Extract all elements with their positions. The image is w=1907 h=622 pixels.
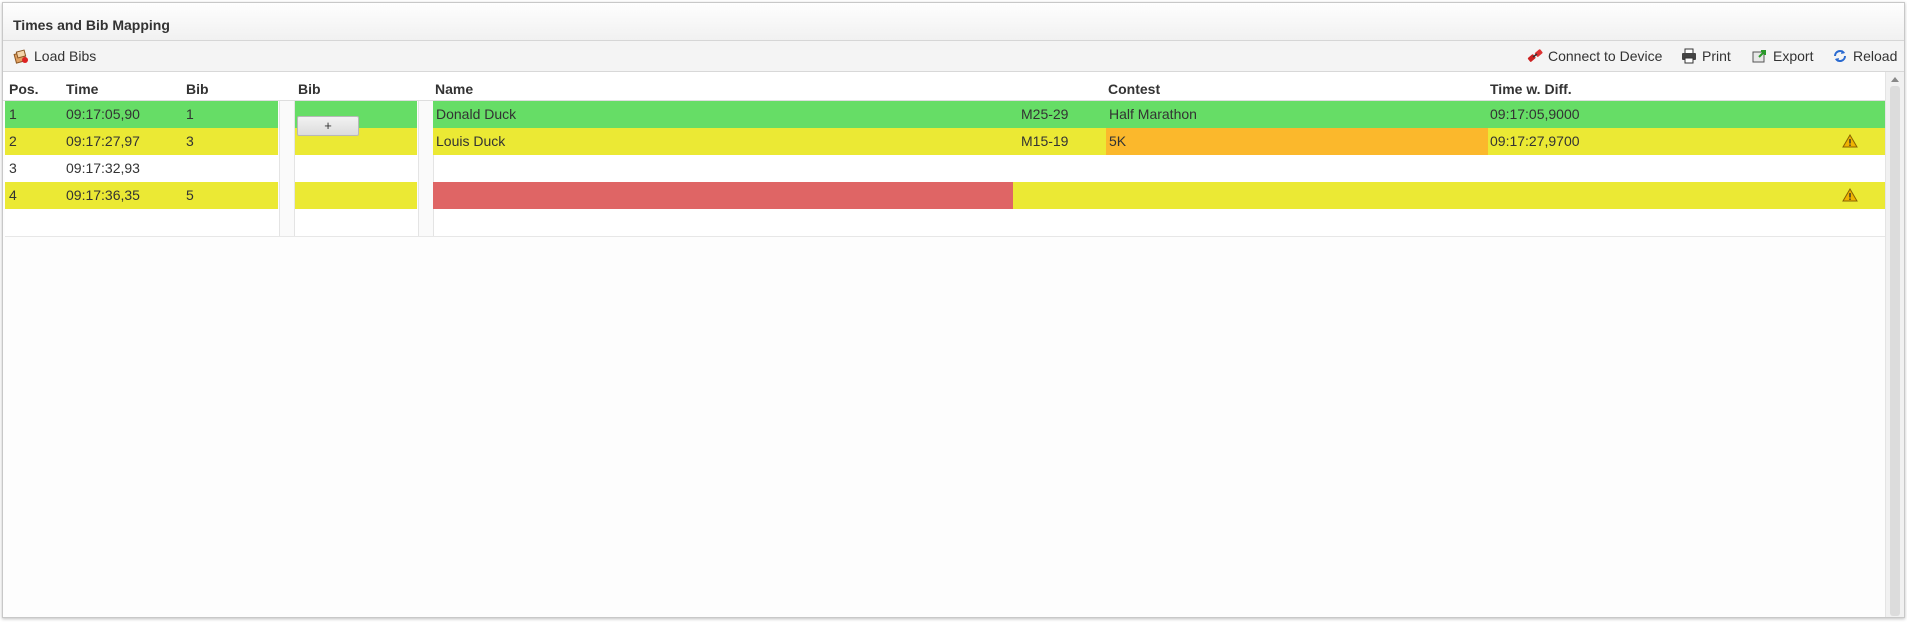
- row-right-segment: [1013, 182, 1885, 209]
- cell-time: 09:17:05,90: [66, 106, 140, 122]
- column-gap: [279, 101, 295, 128]
- add-bib-button[interactable]: +: [297, 116, 359, 136]
- contest-highlight: [1106, 128, 1488, 155]
- row-left-segment: [5, 128, 278, 155]
- column-header-bib[interactable]: Bib: [186, 81, 209, 97]
- column-header-name[interactable]: Name: [435, 81, 473, 97]
- cell-pos: 4: [9, 187, 17, 203]
- export-label: Export: [1773, 48, 1814, 64]
- vertical-scrollbar[interactable]: [1885, 72, 1904, 617]
- cell-time-diff: 09:17:27,9700: [1490, 133, 1580, 149]
- column-header-bib-input[interactable]: Bib: [298, 81, 321, 97]
- cell-bib: 3: [186, 133, 194, 149]
- cell-agegroup: M15-19: [1021, 133, 1069, 149]
- row-name-segment: [433, 128, 1106, 155]
- times-bib-mapping-panel: Times and Bib Mapping Load Bibs Connect …: [2, 2, 1905, 618]
- column-gap: [279, 182, 295, 209]
- column-gap: [418, 101, 434, 128]
- print-button[interactable]: Print: [1681, 47, 1731, 65]
- connect-device-label: Connect to Device: [1548, 48, 1663, 64]
- reload-icon: [1832, 48, 1848, 64]
- cell-time: 09:17:32,93: [66, 160, 140, 176]
- cell-bib: 5: [186, 187, 194, 203]
- connect-device-button[interactable]: Connect to Device: [1527, 47, 1662, 65]
- table-row[interactable]: 3 09:17:32,93: [5, 155, 1885, 182]
- print-label: Print: [1702, 48, 1731, 64]
- cell-pos: 2: [9, 133, 17, 149]
- cell-name: Louis Duck: [436, 133, 506, 149]
- table-row[interactable]: 1 09:17:05,90 1 Donald Duck M25-29 Half …: [5, 101, 1885, 128]
- export-icon: [1752, 48, 1768, 64]
- load-bibs-button[interactable]: Load Bibs: [13, 47, 96, 65]
- column-gap: [418, 128, 434, 155]
- cell-pos: 1: [9, 106, 17, 122]
- column-gap: [418, 209, 434, 236]
- column-header-pos[interactable]: Pos.: [9, 81, 39, 97]
- table-row[interactable]: 2 09:17:27,97 3 Louis Duck M15-19 5K 09:…: [5, 128, 1885, 155]
- export-button[interactable]: Export: [1752, 47, 1813, 65]
- toolbar: Load Bibs Connect to Device Print Export…: [3, 41, 1904, 72]
- column-header-time-diff[interactable]: Time w. Diff.: [1490, 81, 1572, 97]
- column-gap: [279, 209, 295, 236]
- cell-contest: Half Marathon: [1109, 106, 1197, 122]
- plug-icon: [1527, 48, 1543, 64]
- load-bibs-label: Load Bibs: [34, 48, 97, 64]
- load-bibs-icon: [13, 48, 29, 64]
- cell-contest: 5K: [1109, 133, 1127, 149]
- column-gap: [418, 155, 434, 182]
- cell-bib: 1: [186, 106, 194, 122]
- scroll-up-arrow-icon[interactable]: [1891, 77, 1899, 82]
- reload-label: Reload: [1853, 48, 1898, 64]
- bib-input-cell[interactable]: [295, 155, 417, 182]
- cell-time: 09:17:27,97: [66, 133, 140, 149]
- scrollbar-thumb[interactable]: [1890, 86, 1900, 616]
- grid-bottom-border: [5, 236, 1885, 237]
- table-row[interactable]: 4 09:17:36,35 5: [5, 182, 1885, 209]
- cell-pos: 3: [9, 160, 17, 176]
- cell-time: 09:17:36,35: [66, 187, 140, 203]
- row-left-segment: [5, 182, 278, 209]
- missing-participant-highlight: [433, 182, 1013, 209]
- cell-agegroup: M25-29: [1021, 106, 1069, 122]
- reload-button[interactable]: Reload: [1832, 47, 1897, 65]
- column-gap: [279, 128, 295, 155]
- column-gap: [418, 182, 434, 209]
- warning-icon: [1842, 188, 1858, 202]
- add-row: [5, 209, 1885, 236]
- cell-name: Donald Duck: [436, 106, 517, 122]
- bib-input-cell[interactable]: [295, 182, 417, 209]
- warning-icon: [1842, 134, 1858, 148]
- times-grid: 1 09:17:05,90 1 Donald Duck M25-29 Half …: [5, 101, 1885, 237]
- column-gap: [279, 155, 295, 182]
- column-header-contest[interactable]: Contest: [1108, 81, 1160, 97]
- grid-header: Pos. Time Bib Bib Name Contest Time w. D…: [3, 72, 1885, 101]
- row-left-segment: [5, 101, 278, 128]
- panel-titlebar: Times and Bib Mapping: [3, 3, 1904, 41]
- cell-time-diff: 09:17:05,9000: [1490, 106, 1580, 122]
- panel-title: Times and Bib Mapping: [13, 17, 170, 33]
- column-header-time[interactable]: Time: [66, 81, 98, 97]
- printer-icon: [1681, 48, 1697, 64]
